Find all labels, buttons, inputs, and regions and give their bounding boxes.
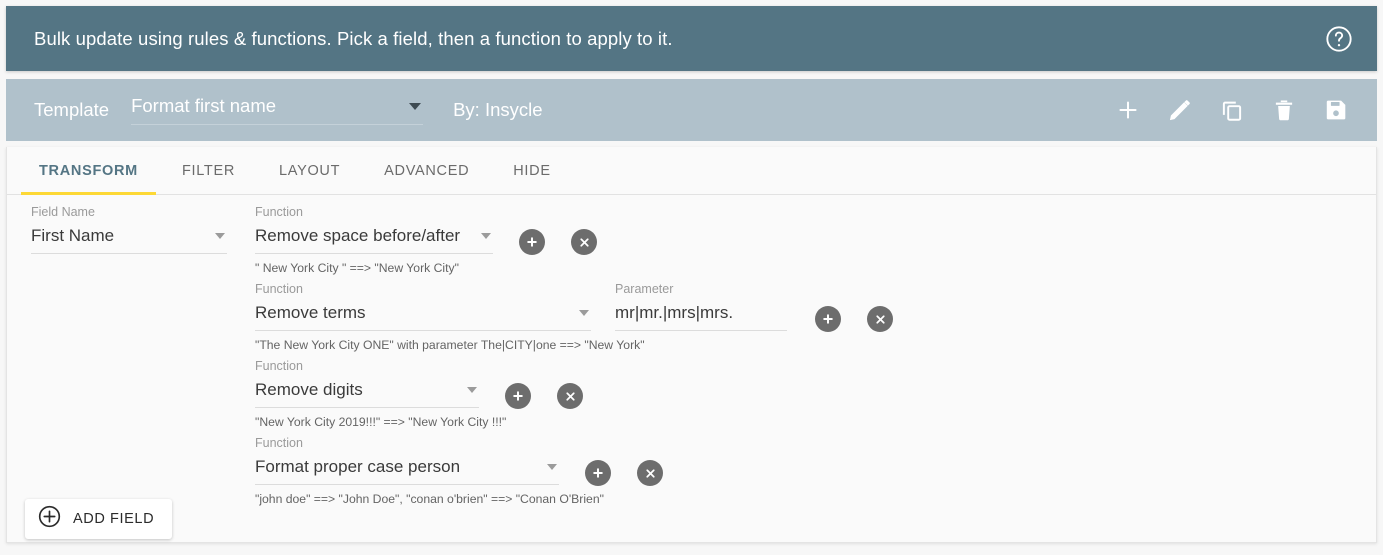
function-column: Function Remove space before/after " New… xyxy=(255,205,493,276)
tab-bar: TRANSFORM FILTER LAYOUT ADVANCED HIDE xyxy=(7,147,1376,195)
field-name-label: Field Name xyxy=(31,205,95,219)
tab-advanced-label: ADVANCED xyxy=(384,163,470,179)
remove-function-button[interactable] xyxy=(557,383,583,409)
delete-template-button[interactable] xyxy=(1271,97,1297,123)
transform-panel: TRANSFORM FILTER LAYOUT ADVANCED HIDE Fi… xyxy=(6,147,1377,543)
function-label: Function xyxy=(255,205,303,219)
add-field-button[interactable]: ADD FIELD xyxy=(25,499,173,539)
function-hint: "The New York City ONE" with parameter T… xyxy=(255,338,645,352)
field-name-column: Field Name First Name xyxy=(31,205,227,254)
chevron-down-icon xyxy=(467,387,477,393)
function-column: Function Format proper case person "john… xyxy=(255,436,604,507)
field-name-value: First Name xyxy=(31,226,115,245)
tab-transform[interactable]: TRANSFORM xyxy=(17,147,160,195)
function-select[interactable]: Format proper case person xyxy=(255,456,559,485)
edit-template-button[interactable] xyxy=(1167,97,1193,123)
transform-rows: Field Name First Name Function Remove sp… xyxy=(7,195,1376,507)
transform-row: Field Name First Name Function Remove sp… xyxy=(7,205,1376,276)
parameter-label: Parameter xyxy=(615,282,674,296)
function-label: Function xyxy=(255,359,303,373)
banner-text: Bulk update using rules & functions. Pic… xyxy=(34,27,673,49)
function-value: Remove terms xyxy=(255,303,366,322)
template-actions xyxy=(1115,97,1359,123)
template-select[interactable]: Format first name xyxy=(131,95,424,125)
function-column: Function Remove terms "The New York City… xyxy=(255,282,645,353)
template-toolbar: Template Format first name By: Insycle xyxy=(6,79,1377,141)
add-function-button[interactable] xyxy=(585,460,611,486)
remove-function-button[interactable] xyxy=(867,306,893,332)
chevron-down-icon xyxy=(215,233,225,239)
add-function-button[interactable] xyxy=(815,306,841,332)
row-actions xyxy=(585,460,663,486)
parameter-input[interactable] xyxy=(615,302,787,331)
remove-function-button[interactable] xyxy=(571,229,597,255)
function-value: Format proper case person xyxy=(255,457,461,476)
row-actions xyxy=(505,383,583,409)
function-select[interactable]: Remove space before/after xyxy=(255,225,493,254)
function-value: Remove digits xyxy=(255,380,363,399)
parameter-column: Parameter xyxy=(615,282,787,331)
remove-function-button[interactable] xyxy=(637,460,663,486)
help-circle-icon[interactable] xyxy=(1325,25,1353,53)
chevron-down-icon xyxy=(481,233,491,239)
function-label: Function xyxy=(255,436,303,450)
duplicate-template-button[interactable] xyxy=(1219,97,1245,123)
tab-hide[interactable]: HIDE xyxy=(491,147,572,195)
function-column: Function Remove digits "New York City 20… xyxy=(255,359,507,430)
transform-row: Function Remove terms "The New York City… xyxy=(7,282,1376,353)
template-label: Template xyxy=(34,99,110,120)
transform-row: Function Format proper case person "john… xyxy=(7,436,1376,507)
function-hint: " New York City " ==> "New York City" xyxy=(255,261,459,275)
tab-transform-label: TRANSFORM xyxy=(39,163,138,179)
function-hint: "john doe" ==> "John Doe", "conan o'brie… xyxy=(255,492,604,506)
add-field-label: ADD FIELD xyxy=(73,511,155,527)
bulk-update-app: Bulk update using rules & functions. Pic… xyxy=(0,0,1383,555)
add-function-button[interactable] xyxy=(519,229,545,255)
add-template-button[interactable] xyxy=(1115,97,1141,123)
save-template-button[interactable] xyxy=(1323,97,1349,123)
tab-hide-label: HIDE xyxy=(513,163,551,179)
function-hint: "New York City 2019!!!" ==> "New York Ci… xyxy=(255,415,507,429)
chevron-down-icon xyxy=(409,103,422,110)
function-select[interactable]: Remove terms xyxy=(255,302,591,331)
add-function-button[interactable] xyxy=(505,383,531,409)
transform-row: Function Remove digits "New York City 20… xyxy=(7,359,1376,430)
tab-layout[interactable]: LAYOUT xyxy=(257,147,362,195)
row-actions xyxy=(815,306,893,332)
row-actions xyxy=(519,229,597,255)
field-name-select[interactable]: First Name xyxy=(31,225,227,254)
tab-layout-label: LAYOUT xyxy=(279,163,341,179)
template-author: By: Insycle xyxy=(453,99,543,120)
circle-plus-icon xyxy=(37,504,62,534)
tab-filter-label: FILTER xyxy=(181,163,236,179)
tab-filter[interactable]: FILTER xyxy=(160,147,257,195)
function-label: Function xyxy=(255,282,303,296)
function-value: Remove space before/after xyxy=(255,226,461,245)
template-select-value: Format first name xyxy=(131,95,277,116)
chevron-down-icon xyxy=(547,464,557,470)
instruction-banner: Bulk update using rules & functions. Pic… xyxy=(6,6,1377,71)
chevron-down-icon xyxy=(579,310,589,316)
tab-advanced[interactable]: ADVANCED xyxy=(362,147,491,195)
function-select[interactable]: Remove digits xyxy=(255,379,479,408)
